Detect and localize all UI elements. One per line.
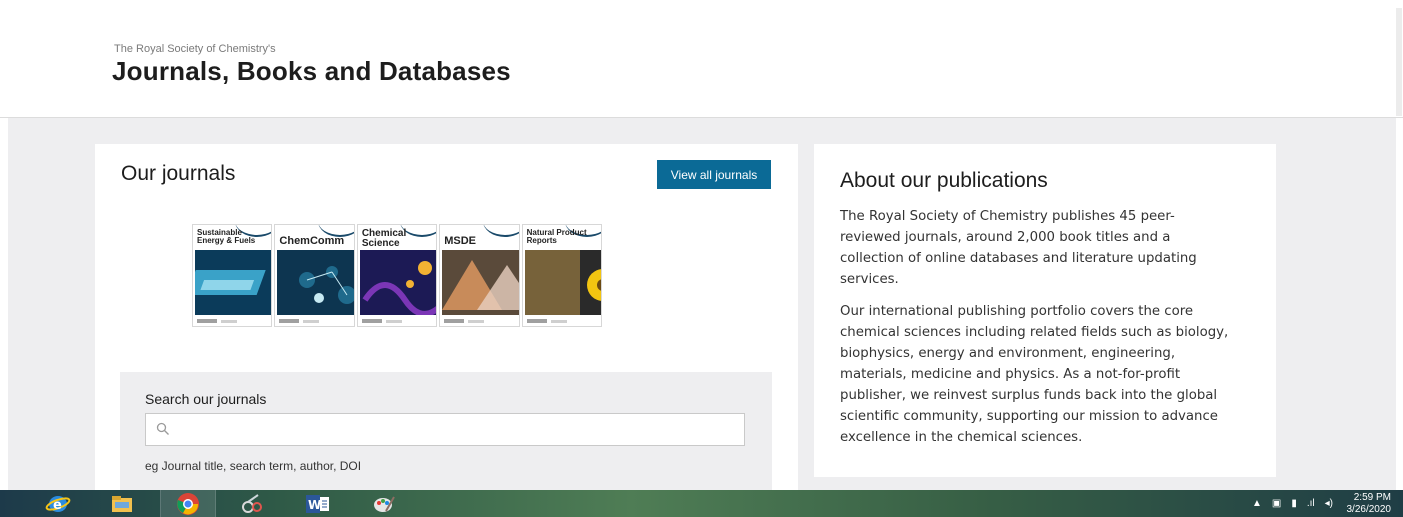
about-card: About our publications The Royal Society…	[814, 144, 1276, 477]
word-icon[interactable]: W	[290, 490, 346, 517]
view-all-journals-button[interactable]: View all journals	[657, 160, 771, 189]
show-hidden-icons-icon[interactable]: ▲	[1252, 498, 1262, 509]
cover-image	[359, 250, 437, 315]
about-paragraph-2: Our international publishing portfolio c…	[840, 304, 1229, 445]
chrome-icon[interactable]	[160, 490, 216, 517]
cover-image	[524, 250, 602, 315]
cover-title: MSDE	[444, 235, 476, 247]
network-warning-icon[interactable]: ▣	[1272, 498, 1281, 509]
paint-icon[interactable]	[356, 490, 412, 517]
file-explorer-icon[interactable]	[94, 490, 150, 517]
cover-title: ChemComm	[279, 235, 345, 247]
journal-covers: Sustainable Energy & Fuels ChemComm Chem	[192, 224, 603, 327]
about-heading: About our publications	[840, 169, 1048, 192]
search-label: Search our journals	[145, 391, 267, 407]
battery-icon[interactable]: ▮	[1291, 498, 1297, 509]
search-input[interactable]	[176, 418, 740, 442]
cover-title: Natural Product Reports	[526, 228, 587, 245]
journal-cover[interactable]: Chemical Science	[356, 224, 438, 327]
journal-cover[interactable]: Sustainable Energy & Fuels	[192, 224, 273, 327]
journals-card: Our journals View all journals Sustainab…	[95, 144, 798, 490]
cover-image	[195, 250, 272, 315]
system-clock[interactable]: 2:59 PM 3/26/2020	[1337, 492, 1392, 516]
svg-text:e: e	[53, 498, 62, 513]
clock-time: 2:59 PM	[1353, 492, 1391, 503]
journal-cover[interactable]: MSDE	[439, 224, 520, 327]
journals-heading: Our journals	[121, 162, 236, 185]
journal-cover[interactable]: ChemComm	[274, 224, 355, 327]
windows-taskbar: e W ▲ ▣ ▮ .ıl ◂) 2:59 PM 3/26/2020	[0, 490, 1403, 517]
header-kicker: The Royal Society of Chemistry's	[114, 43, 276, 55]
signal-icon[interactable]: .ıl	[1307, 498, 1315, 509]
clock-date: 3/26/2020	[1346, 504, 1392, 515]
page-title[interactable]: Journals, Books and Databases	[112, 56, 511, 87]
cover-image	[442, 250, 519, 315]
search-field[interactable]	[145, 413, 745, 446]
journal-cover[interactable]: Natural Product Reports	[521, 224, 603, 327]
cover-image	[277, 250, 354, 315]
svg-text:W: W	[308, 498, 321, 512]
system-tray: ▲ ▣ ▮ .ıl ◂)	[1252, 490, 1333, 517]
search-icon	[156, 422, 169, 435]
cover-title: Sustainable Energy & Fuels	[197, 228, 256, 245]
cover-title: Chemical Science	[361, 228, 407, 249]
journal-search-panel: Search our journals eg Journal title, se…	[120, 372, 772, 490]
volume-icon[interactable]: ◂)	[1325, 498, 1333, 509]
scrollbar[interactable]	[1396, 8, 1402, 116]
about-paragraph-1: The Royal Society of Chemistry publishes…	[840, 209, 1197, 287]
snipping-tool-icon[interactable]	[224, 490, 280, 517]
search-hint: eg Journal title, search term, author, D…	[145, 459, 362, 473]
internet-explorer-icon[interactable]: e	[30, 490, 86, 517]
site-header: The Royal Society of Chemistry's Journal…	[0, 0, 1403, 118]
